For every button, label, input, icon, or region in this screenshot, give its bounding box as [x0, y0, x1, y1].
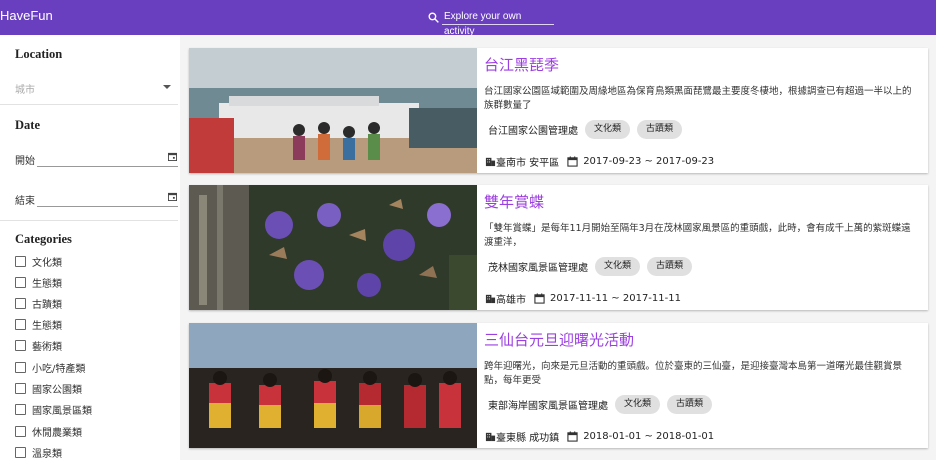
categories-heading: Categories — [15, 232, 72, 246]
city-select-value: 城市 — [15, 85, 35, 96]
filter-sidebar: Location 城市 Date 開始 結束 Categories 文化類 生態… — [0, 35, 180, 460]
calendar-icon[interactable] — [168, 152, 177, 161]
date-range-text: 2018-01-01 ~ 2018-01-01 — [583, 431, 715, 442]
building-icon — [485, 432, 496, 442]
organizer-label: 東部海岸國家風景區管理處 — [488, 401, 608, 412]
category-checkbox[interactable]: 國家風景區類 — [15, 402, 92, 417]
checkbox[interactable] — [15, 318, 26, 330]
category-checkbox[interactable]: 文化類 — [15, 254, 62, 269]
category-chip[interactable]: 文化類 — [615, 395, 661, 414]
activity-card[interactable]: 台江黑琵季 台江國家公園區域範圍及周緣地區為保育鳥類黑面琵鷺最主要度冬棲地，根據… — [189, 48, 928, 173]
activity-title[interactable]: 三仙台元旦迎曙光活動 — [484, 329, 634, 350]
checkbox[interactable] — [15, 403, 26, 415]
category-label: 文化類 — [32, 257, 62, 269]
meta-row: 臺南市 安平區 2017-09-23 ~ 2017-09-23 — [485, 154, 714, 169]
divider — [0, 220, 178, 221]
search-bar[interactable]: Explore your own activity — [427, 9, 554, 37]
category-chip[interactable]: 文化類 — [585, 120, 631, 139]
activity-title[interactable]: 雙年賞蝶 — [484, 191, 544, 212]
date-heading: Date — [15, 118, 40, 132]
category-chip[interactable]: 古蹟類 — [637, 120, 683, 139]
category-label: 古蹟類 — [32, 299, 62, 311]
category-checkbox[interactable]: 生態類 — [15, 275, 62, 290]
calendar-icon — [567, 431, 578, 442]
city-select[interactable]: 城市 — [15, 78, 175, 100]
category-label: 藝術類 — [32, 341, 62, 353]
category-checkbox[interactable]: 小吃/特產類 — [15, 360, 86, 375]
start-date-underline — [37, 166, 178, 167]
category-checkbox[interactable]: 溫泉類 — [15, 445, 62, 460]
tag-row: 台江國家公園管理處 文化類 古蹟類 — [488, 120, 689, 139]
activity-photo — [189, 48, 477, 173]
activity-description: 跨年迎曙光，向來是元旦活動的重頭戲。位於臺東的三仙臺，是迎接臺灣本島第一道曙光最… — [484, 361, 903, 386]
tag-row: 茂林國家風景區管理處 文化類 古蹟類 — [488, 257, 699, 276]
category-chip[interactable]: 古蹟類 — [647, 257, 693, 276]
location-text: 臺東縣 成功鎮 — [496, 433, 560, 444]
organizer-label: 台江國家公園管理處 — [488, 126, 578, 137]
category-checkbox[interactable]: 古蹟類 — [15, 296, 62, 311]
end-date-label: 結束 — [15, 196, 35, 207]
calendar-icon — [567, 156, 578, 167]
activity-title[interactable]: 台江黑琵季 — [484, 54, 559, 75]
dropdown-caret-icon — [163, 85, 171, 89]
start-date-label: 開始 — [15, 156, 35, 167]
end-date-underline — [37, 206, 178, 207]
activity-description: 「雙年賞蝶」是每年11月開始至隔年3月在茂林國家風景區的重頭戲，此時，會有成千上… — [484, 223, 911, 248]
checkbox[interactable] — [15, 446, 26, 458]
tag-row: 東部海岸國家風景區管理處 文化類 古蹟類 — [488, 395, 719, 414]
checkbox[interactable] — [15, 297, 26, 309]
top-app-bar: HaveFun Explore your own activity — [0, 0, 936, 37]
category-label: 生態類 — [32, 278, 62, 290]
organizer-label: 茂林國家風景區管理處 — [488, 263, 588, 274]
activity-card[interactable]: 三仙台元旦迎曙光活動 跨年迎曙光，向來是元旦活動的重頭戲。位於臺東的三仙臺，是迎… — [189, 323, 928, 448]
date-range-text: 2017-09-23 ~ 2017-09-23 — [583, 156, 715, 167]
divider — [0, 104, 178, 105]
category-label: 溫泉類 — [32, 448, 62, 460]
activity-photo — [189, 323, 477, 448]
calendar-icon — [534, 293, 545, 304]
activity-card[interactable]: 雙年賞蝶 「雙年賞蝶」是每年11月開始至隔年3月在茂林國家風景區的重頭戲，此時，… — [189, 185, 928, 310]
checkbox[interactable] — [15, 339, 26, 351]
category-checkbox[interactable]: 藝術類 — [15, 338, 62, 353]
activity-photo — [189, 185, 477, 310]
category-label: 國家公園類 — [32, 384, 82, 396]
category-checkbox[interactable]: 生態類 — [15, 317, 62, 332]
activity-description: 台江國家公園區域範圍及周緣地區為保育鳥類黑面琵鷺最主要度冬棲地，根據調查已有超過… — [484, 86, 912, 111]
location-text: 高雄市 — [496, 295, 526, 306]
end-date-field[interactable]: 結束 — [15, 190, 178, 208]
start-date-field[interactable]: 開始 — [15, 150, 178, 168]
checkbox[interactable] — [15, 255, 26, 267]
search-input[interactable]: Explore your own activity — [442, 9, 554, 37]
category-checkbox[interactable]: 休閒農業類 — [15, 424, 82, 439]
category-label: 國家風景區類 — [32, 405, 92, 417]
meta-row: 高雄市 2017-11-11 ~ 2017-11-11 — [485, 291, 681, 306]
meta-row: 臺東縣 成功鎮 2018-01-01 ~ 2018-01-01 — [485, 429, 714, 444]
date-range-text: 2017-11-11 ~ 2017-11-11 — [550, 293, 681, 304]
search-icon — [428, 11, 439, 23]
checkbox[interactable] — [15, 276, 26, 288]
location-text: 臺南市 安平區 — [496, 158, 560, 169]
checkbox[interactable] — [15, 361, 26, 373]
category-label: 休閒農業類 — [32, 427, 82, 439]
building-icon — [485, 157, 496, 167]
building-icon — [485, 294, 496, 304]
brand-logo[interactable]: HaveFun — [0, 8, 53, 23]
category-label: 生態類 — [32, 320, 62, 332]
calendar-icon[interactable] — [168, 192, 177, 201]
checkbox[interactable] — [15, 425, 26, 437]
category-label: 小吃/特產類 — [32, 363, 86, 375]
category-chip[interactable]: 古蹟類 — [667, 395, 713, 414]
category-checkbox[interactable]: 國家公園類 — [15, 381, 82, 396]
checkbox[interactable] — [15, 382, 26, 394]
category-chip[interactable]: 文化類 — [595, 257, 641, 276]
location-heading: Location — [15, 47, 63, 61]
